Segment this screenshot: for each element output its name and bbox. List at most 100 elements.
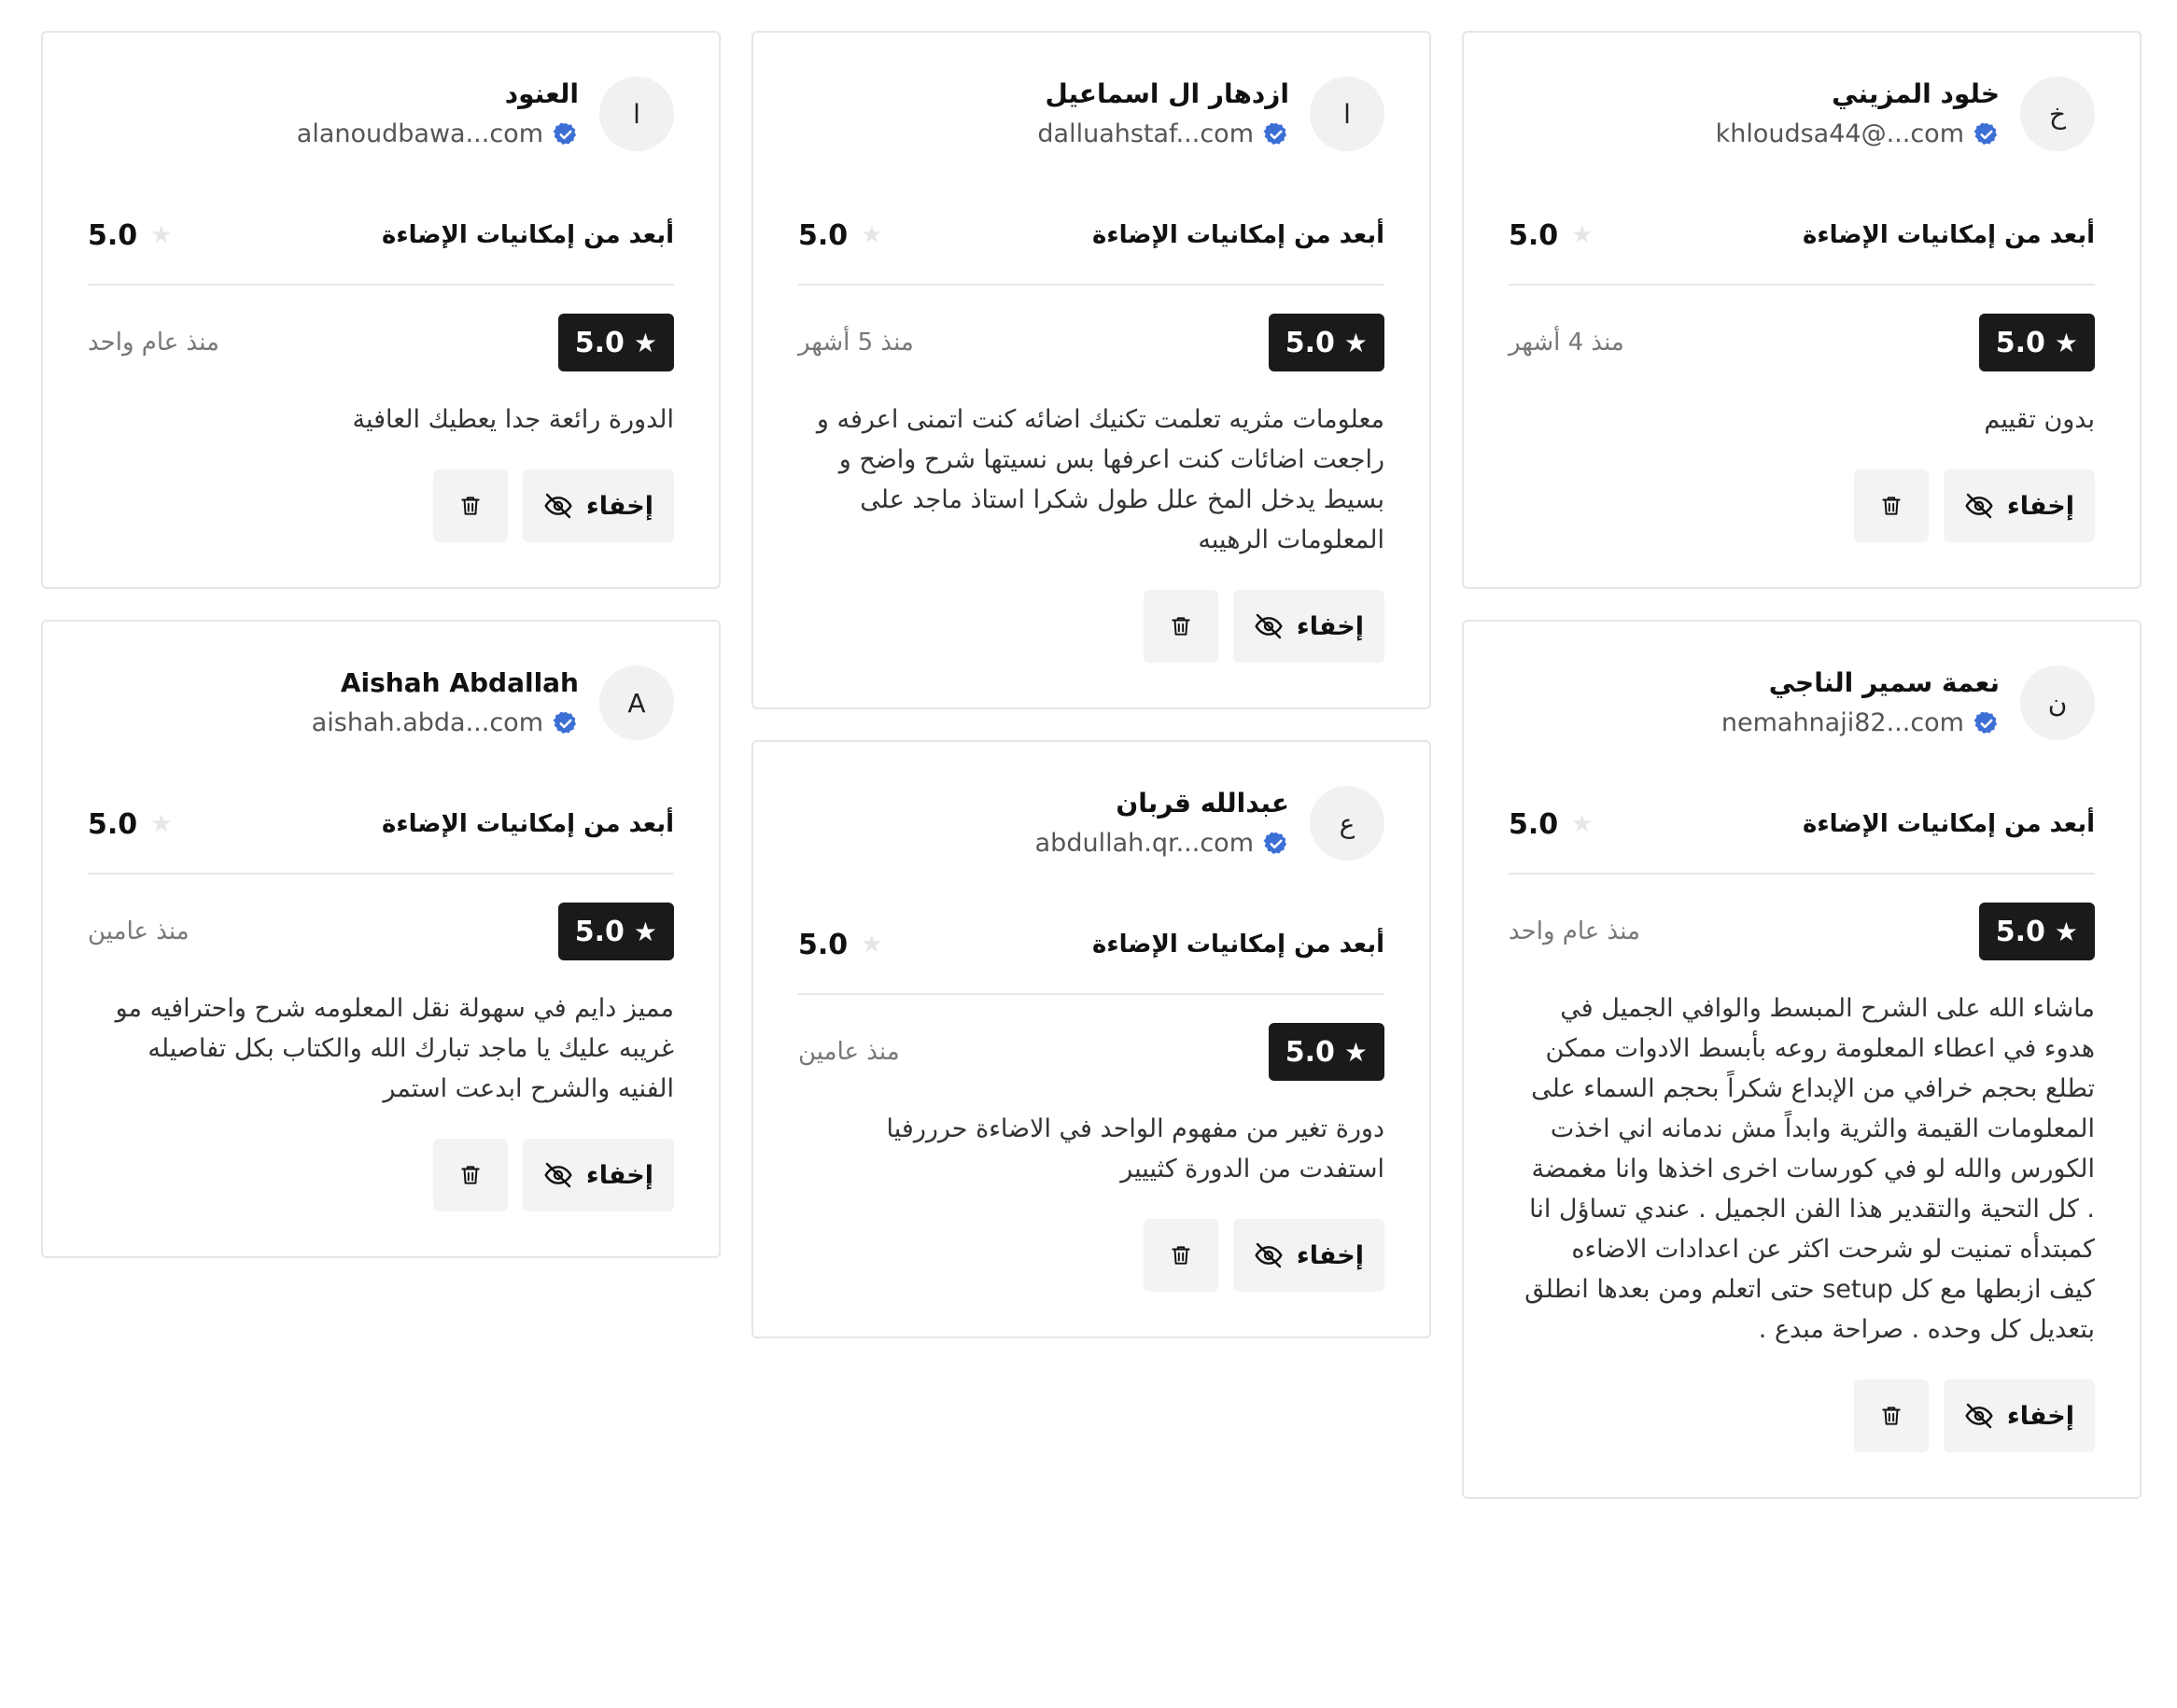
- review-actions: إخفاء: [798, 1219, 1384, 1292]
- criterion-score: ★ 5.0: [798, 219, 882, 252]
- delete-button[interactable]: [432, 1139, 508, 1211]
- star-icon: ★: [1571, 810, 1594, 838]
- verified-check-icon: [1973, 710, 2000, 736]
- delete-button[interactable]: [1853, 469, 1929, 542]
- review-actions: إخفاء: [798, 590, 1384, 663]
- reviewer-email: abdullah.qr...com: [1034, 829, 1254, 858]
- criterion-score: ★ 5.0: [1509, 808, 1593, 841]
- hide-button[interactable]: إخفاء: [522, 1139, 674, 1211]
- avatar: خ: [2020, 77, 2095, 151]
- trash-icon: [1169, 1242, 1193, 1268]
- verified-check-icon: [1263, 121, 1289, 147]
- rating-value: 5.0: [1285, 326, 1335, 359]
- review-comment: مميز دايم في سهولة نقل المعلومه شرح واحت…: [115, 994, 674, 1103]
- criterion-label: أبعد من إمكانيات الإضاءة: [1803, 810, 2095, 838]
- review-header: ا العنود alanoudbawa...com: [88, 75, 674, 153]
- rating-value: 5.0: [574, 326, 625, 359]
- reviewer-email: dalluahstaf...com: [1037, 119, 1254, 148]
- review-comment: بدون تقييم: [1984, 405, 2095, 434]
- reviewer-email: aishah.abda...com: [311, 708, 543, 737]
- reviewer-name: نعمة سمير الناجي: [1768, 667, 2000, 698]
- divider: [798, 993, 1384, 995]
- avatar: A: [599, 665, 674, 740]
- reviewer-email-row: khloudsa44@...com: [1716, 119, 2000, 149]
- hide-button[interactable]: إخفاء: [1943, 469, 2095, 542]
- hide-button[interactable]: إخفاء: [522, 469, 674, 542]
- divider: [798, 284, 1384, 286]
- review-meta-row: 5.0 ★ منذ 4 أشهر: [1509, 314, 2095, 371]
- reviewer-info: ازدهار ال اسماعيل dalluahstaf...com: [1037, 78, 1289, 149]
- divider: [1509, 873, 2095, 875]
- verified-check-icon: [553, 121, 579, 147]
- rating-badge: 5.0 ★: [1978, 903, 2095, 960]
- star-icon: ★: [861, 221, 883, 249]
- reviewer-email-row: dalluahstaf...com: [1037, 119, 1289, 149]
- delete-button[interactable]: [1853, 1379, 1929, 1452]
- reviewer-name: Aishah Abdallah: [340, 667, 579, 698]
- review-comment: معلومات مثريه تعلمت تكنيك اضائه كنت اتمن…: [816, 405, 1384, 554]
- reviewer-name: عبدالله قربان: [1116, 788, 1289, 819]
- reviewer-email-row: aishah.abda...com: [312, 708, 579, 738]
- star-icon: ★: [150, 221, 173, 249]
- avatar: ا: [1310, 77, 1384, 151]
- review-column: ا ازدهار ال اسماعيل dalluahstaf...com أبعد …: [751, 31, 1431, 1338]
- review-actions: إخفاء: [88, 469, 674, 542]
- eye-off-icon: [1254, 611, 1284, 641]
- rating-value: 5.0: [1285, 1035, 1335, 1069]
- delete-button[interactable]: [1143, 590, 1218, 663]
- star-icon: ★: [1343, 327, 1368, 358]
- reviewer-info: Aishah Abdallah aishah.abda...com: [312, 667, 579, 738]
- reviewer-email: khloudsa44@...com: [1715, 119, 1964, 148]
- hide-button[interactable]: إخفاء: [1232, 590, 1384, 663]
- review-comment: الدورة رائعة جدا يعطيك العافية: [352, 405, 674, 434]
- rating-badge: 5.0 ★: [1268, 314, 1384, 371]
- review-comment: دورة تغير من مفهوم الواحد في الاضاءة حرر…: [886, 1114, 1384, 1183]
- divider: [88, 284, 674, 286]
- delete-button[interactable]: [1143, 1219, 1218, 1292]
- criterion-score: ★ 5.0: [798, 929, 882, 961]
- star-icon: ★: [633, 916, 657, 947]
- divider: [1509, 284, 2095, 286]
- reviewer-info: خلود المزيني khloudsa44@...com: [1716, 78, 2000, 149]
- eye-off-icon: [543, 1160, 573, 1190]
- hide-button[interactable]: إخفاء: [1943, 1379, 2095, 1452]
- criterion-label: أبعد من إمكانيات الإضاءة: [1803, 221, 2095, 249]
- star-icon: ★: [1343, 1036, 1368, 1068]
- delete-button[interactable]: [432, 469, 508, 542]
- reviews-grid: خ خلود المزيني khloudsa44@...com أبعد من إم…: [41, 31, 2142, 1499]
- review-comment: ماشاء الله على الشرح المبسط والوافي الجم…: [1524, 994, 2095, 1344]
- eye-off-icon: [1964, 1401, 1994, 1431]
- trash-icon: [458, 1162, 483, 1188]
- divider: [88, 873, 674, 875]
- reviewer-email: nemahnaji82...com: [1721, 708, 1964, 737]
- review-card: خ خلود المزيني khloudsa44@...com أبعد من إم…: [1462, 31, 2142, 589]
- reviewer-email-row: abdullah.qr...com: [1035, 829, 1289, 859]
- criterion-rating-row: أبعد من إمكانيات الإضاءة ★ 5.0: [1509, 217, 2095, 254]
- review-time-ago: منذ عام واحد: [1509, 917, 1640, 945]
- criterion-rating-row: أبعد من إمكانيات الإضاءة ★ 5.0: [1509, 805, 2095, 843]
- trash-icon: [1169, 613, 1193, 639]
- criterion-rating-row: أبعد من إمكانيات الإضاءة ★ 5.0: [88, 805, 674, 843]
- criterion-rating-row: أبعد من إمكانيات الإضاءة ★ 5.0: [798, 217, 1384, 254]
- criterion-label: أبعد من إمكانيات الإضاءة: [382, 221, 674, 249]
- star-icon: ★: [150, 810, 173, 838]
- rating-value: 5.0: [1995, 326, 2045, 359]
- criterion-score-value: 5.0: [88, 218, 138, 252]
- hide-label: إخفاء: [2006, 491, 2074, 521]
- star-icon: ★: [2054, 327, 2078, 358]
- review-header: A Aishah Abdallah aishah.abda...com: [88, 664, 674, 742]
- verified-check-icon: [1263, 831, 1289, 857]
- avatar: ع: [1310, 786, 1384, 861]
- review-column: خ خلود المزيني khloudsa44@...com أبعد من إم…: [1462, 31, 2142, 1499]
- hide-label: إخفاء: [585, 1160, 653, 1190]
- criterion-score-value: 5.0: [1509, 807, 1559, 841]
- hide-label: إخفاء: [2006, 1401, 2074, 1431]
- rating-badge: 5.0 ★: [557, 903, 674, 960]
- rating-badge: 5.0 ★: [1978, 314, 2095, 371]
- review-time-ago: منذ 5 أشهر: [798, 329, 914, 357]
- hide-label: إخفاء: [1296, 611, 1364, 641]
- hide-label: إخفاء: [1296, 1240, 1364, 1270]
- star-icon: ★: [633, 327, 657, 358]
- hide-button[interactable]: إخفاء: [1232, 1219, 1384, 1292]
- criterion-rating-row: أبعد من إمكانيات الإضاءة ★ 5.0: [798, 926, 1384, 963]
